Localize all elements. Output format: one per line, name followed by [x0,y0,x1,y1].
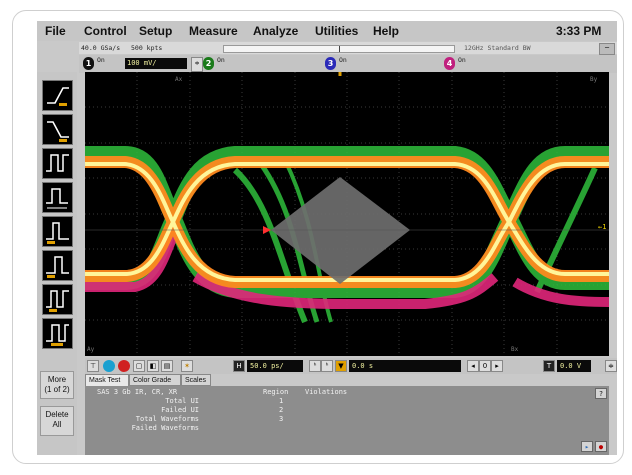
marker-bx: Bx [511,346,519,353]
default-setup-icon[interactable]: ✶ [181,360,193,372]
more-label: More [47,375,67,384]
channel-1-spinner[interactable]: ≑ [191,57,203,72]
bandwidth-label: 12GHz Standard BW [464,44,531,52]
delay-left[interactable]: ◂ [467,360,479,372]
mask-test-results: SAS 3 Gb IR, CR, XR Region Violations To… [85,386,609,455]
channel-3-on[interactable]: On [339,57,347,64]
delete-all-label: All [52,420,62,429]
period-icon[interactable] [42,318,73,349]
pulse-measure-icon[interactable] [42,182,73,213]
single-icon[interactable]: ▢ [133,360,145,372]
channel-1-ground-marker[interactable]: ←1 [598,223,606,231]
delay-right[interactable]: ▸ [491,360,503,372]
mask-polygon [271,177,410,284]
oscilloscope-window: File Control Setup Measure Analyze Utili… [37,21,617,455]
sample-rate: 40.0 GSa/s [81,44,121,52]
total-waveforms-label: Total Waveforms [135,415,199,423]
memory-bar-marker [339,46,340,52]
run-icon[interactable] [103,360,115,372]
total-ui-value: 1 [279,397,284,405]
failed-ui-value: 2 [279,406,284,414]
memory-depth: 500 kpts [131,44,163,52]
horizontal-icon[interactable]: H [233,360,245,372]
delay-field[interactable]: 0.0 s [349,360,461,372]
minimize-button[interactable]: − [599,43,615,55]
autoscale-icon[interactable]: ◧ [147,360,159,372]
menu-utilities[interactable]: Utilities [315,24,358,38]
channel-2-on[interactable]: On [217,57,225,64]
marker-by: By [590,76,598,83]
menu-analyze[interactable]: Analyze [253,24,298,38]
rise-time-icon[interactable] [42,216,73,247]
tab-scales[interactable]: Scales [181,374,211,386]
failed-waveforms-label: Failed Waveforms [131,424,199,432]
acquisition-status-bar: 40.0 GSa/s 500 kpts 12GHz Standard BW − [79,42,617,55]
channel-3-badge[interactable]: 3 [325,57,336,70]
tab-mask-test[interactable]: Mask Test [85,374,129,386]
pulse-width-icon[interactable] [42,148,73,179]
menu-measure[interactable]: Measure [189,24,238,38]
left-toolbar: More (1 of 2) Delete All [37,72,77,455]
menu-file[interactable]: File [45,24,66,38]
clock: 3:33 PM [556,24,602,38]
menu-control[interactable]: Control [84,24,127,38]
menu-setup[interactable]: Setup [139,24,172,38]
delete-label: Delete [45,410,69,419]
mask-name: SAS 3 Gb IR, CR, XR [97,388,178,396]
channel-4-badge[interactable]: 4 [444,57,455,70]
more-button[interactable]: More (1 of 2) [40,371,74,399]
run-mask-test-button[interactable]: ▸ [581,441,593,452]
memory-bar [223,45,455,53]
delay-icon[interactable]: ▼ [335,360,347,372]
violations-header: Violations [305,388,348,396]
help-button[interactable]: ? [595,388,607,399]
region-header: Region [263,388,289,396]
stop-icon[interactable] [118,360,130,372]
channel-4-on[interactable]: On [458,57,466,64]
timebase-up[interactable]: ʰ [321,360,333,372]
more-page-label: (1 of 2) [44,385,70,394]
channel-1-badge[interactable]: 1 [83,57,94,70]
falling-edge-trigger-icon[interactable] [42,114,73,145]
channel-1-on[interactable]: On [97,57,105,64]
delete-all-button[interactable]: Delete All [40,406,74,436]
failed-ui-label: Failed UI [161,406,199,414]
marker-tool-icon[interactable]: ⊤ [87,360,99,372]
channel-2-badge[interactable]: 2 [203,57,214,70]
channel-1-scale[interactable]: 100 mV/ [125,58,187,69]
print-icon[interactable]: ▤ [161,360,173,372]
control-bar: ⊤ ▢ ◧ ▤ ✶ H 50.0 ps/ ʰ ʰ ▼ 0.0 s ◂ 0 ▸ T… [85,358,617,374]
trigger-level-field[interactable]: 0.0 V [557,360,591,372]
eye-diagram [85,72,610,356]
total-ui-label: Total UI [165,397,199,405]
fall-time-icon[interactable] [42,250,73,281]
timebase-down[interactable]: ʰ [309,360,321,372]
trigger-level-spinner[interactable]: ≑ [605,360,617,372]
menu-help[interactable]: Help [373,24,399,38]
channel-bar: 1 On 100 mV/ ≑ 2 On 3 On 4 On [79,55,617,73]
tab-color-grade[interactable]: Color Grade [129,374,181,386]
rising-edge-trigger-icon[interactable] [42,80,73,111]
waveform-display[interactable]: Ax By Ay Bx [85,72,610,356]
marker-ay: Ay [87,346,95,353]
delay-center[interactable]: 0 [479,360,491,372]
trigger-icon[interactable]: T [543,360,555,372]
duty-cycle-icon[interactable] [42,284,73,315]
total-waveforms-value: 3 [279,415,284,423]
menu-bar: File Control Setup Measure Analyze Utili… [37,21,617,41]
timebase-field[interactable]: 50.0 ps/ [247,360,303,372]
marker-ax: Ax [175,76,183,83]
stop-mask-test-button[interactable]: ● [595,441,607,452]
